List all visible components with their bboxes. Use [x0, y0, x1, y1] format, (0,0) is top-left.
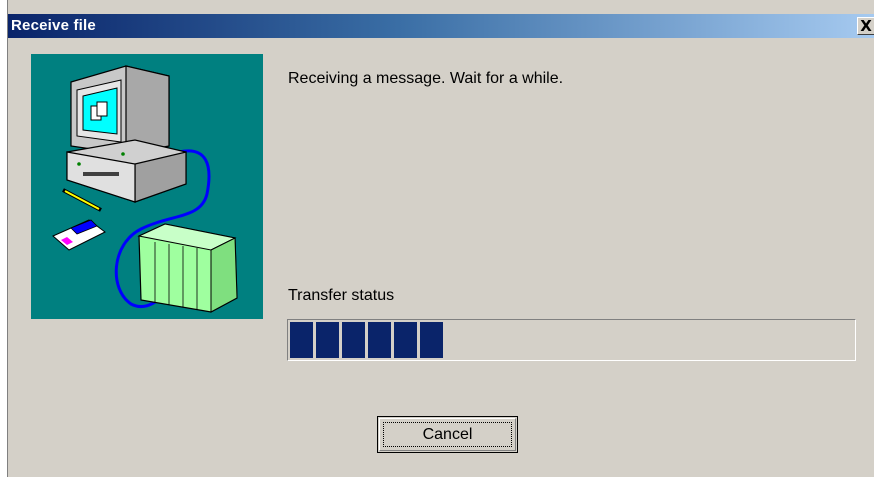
progress-fill	[290, 322, 853, 358]
progress-block	[342, 322, 365, 358]
transfer-progress-bar	[287, 319, 856, 361]
computer-plc-icon	[52, 65, 238, 313]
transfer-status-label: Transfer status	[288, 287, 395, 304]
progress-block	[420, 322, 443, 358]
status-message: Receiving a message. Wait for a while.	[288, 70, 564, 87]
window-title: Receive file	[11, 17, 96, 34]
cancel-button-label: Cancel	[383, 422, 512, 447]
close-icon: X	[860, 17, 872, 35]
transfer-illustration	[31, 54, 263, 319]
progress-block	[290, 322, 313, 358]
title-bar[interactable]: Receive file X	[8, 14, 874, 38]
cancel-button[interactable]: Cancel	[377, 416, 518, 453]
receive-file-dialog: Receive file X Receiving a message. Wait…	[7, 0, 874, 477]
close-button[interactable]: X	[857, 17, 874, 35]
progress-block	[368, 322, 391, 358]
progress-block	[316, 322, 339, 358]
progress-block	[394, 322, 417, 358]
